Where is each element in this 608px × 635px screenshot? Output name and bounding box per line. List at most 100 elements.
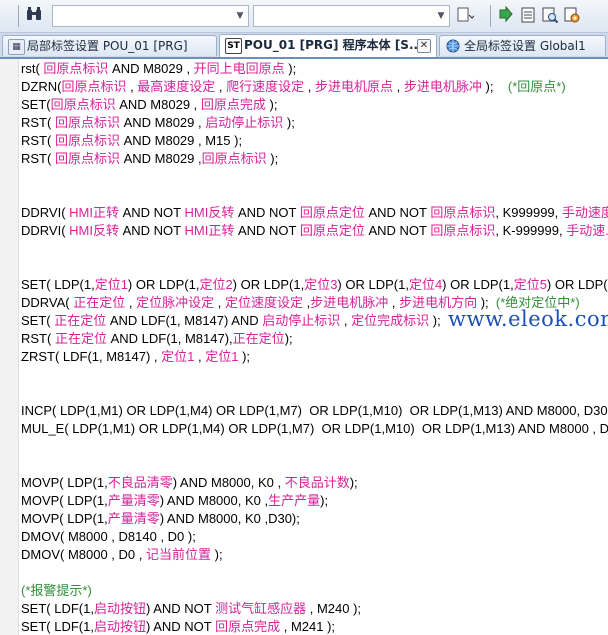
code-line[interactable]: DMOV( M8000 , D8140 , D0 ); (21, 528, 608, 546)
search-combo[interactable]: ▼ (52, 5, 249, 27)
pointer-arrow-icon[interactable] (496, 5, 516, 26)
code-token: AND M8029 , M15 ); (119, 133, 243, 148)
code-line[interactable]: RST( 回原点标识 AND M8029 , 启动停止标识 ); (21, 114, 608, 132)
code-line[interactable]: SET( LDF(1,启动按钮) AND NOT 测试气缸感应器 , M240 … (21, 600, 608, 618)
code-token: rst( (21, 61, 44, 76)
variable-token: 定位1 (94, 277, 128, 292)
dropdown-page-icon[interactable] (455, 6, 476, 26)
variable-token: 步进电机脉冲 (403, 79, 482, 94)
st-program-icon: ST (225, 38, 242, 54)
code-line[interactable]: DDRVI( HMI正转 AND NOT HMI反转 AND NOT 回原点定位… (21, 204, 608, 222)
code-token: SET( (21, 313, 55, 328)
code-token: ); (211, 547, 223, 562)
code-line[interactable]: INCP( LDP(1,M1) OR LDP(1,M4) OR LDP(1,M7… (21, 402, 608, 420)
variable-token: 启动停止标识 (262, 313, 341, 328)
code-token: DDRVI( (21, 223, 70, 238)
code-line[interactable]: RST( 回原点标识 AND M8029 ,回原点标识 ); (21, 150, 608, 168)
code-line[interactable]: MUL_E( LDP(1,M1) OR LDP(1,M4) OR LDP(1,M… (21, 420, 608, 438)
code-line[interactable]: MOVP( LDP(1,产量清零) AND M8000, K0 ,D30); (21, 510, 608, 528)
code-token: AND NOT (234, 205, 300, 220)
code-token: ) OR LDP(1 (546, 277, 608, 292)
code-token: MUL_E( LDP(1,M1) OR LDP(1,M4) OR LDP(1,M… (21, 421, 608, 436)
code-token: ); (320, 493, 329, 508)
code-line[interactable] (21, 186, 608, 204)
variable-token: 回原点标识 (430, 223, 496, 238)
code-token: AND M8029 , (115, 97, 201, 112)
code-line[interactable]: SET( LDF(1,启动按钮) AND NOT 回原点完成 , M241 ); (21, 618, 608, 635)
globe-icon (445, 39, 460, 53)
binoculars-icon[interactable] (24, 6, 44, 26)
code-token: AND LDF(1, M8147) AND (106, 313, 263, 328)
code-line[interactable]: DDRVI( HMI反转 AND NOT HMI正转 AND NOT 回原点定位… (21, 222, 608, 240)
code-token: ); (429, 313, 441, 328)
tab-label: POU_01 [PRG] 程序本体 [S... (244, 38, 423, 52)
variable-token: 回原点标识 (430, 205, 496, 220)
code-token: ) AND M8000, K0 , (172, 475, 285, 490)
code-line[interactable]: (*报警提示*) (21, 582, 608, 600)
page-settings-icon[interactable] (562, 6, 582, 26)
code-line[interactable] (21, 438, 608, 456)
variable-token: 回原点标识 (54, 151, 120, 166)
code-token: AND NOT (119, 205, 185, 220)
code-line[interactable]: MOVP( LDP(1,不良品清零) AND M8000, K0 , 不良品计数… (21, 474, 608, 492)
tab-bar: ▦ 局部标签设置 POU_01 [PRG] ST POU_01 [PRG] 程序… (0, 33, 608, 59)
code-line[interactable] (21, 366, 608, 384)
code-line[interactable] (21, 384, 608, 402)
tab-global-labels[interactable]: 全局标签设置 Global1 (439, 35, 606, 56)
tab-label: 全局标签设置 Global1 (464, 39, 586, 53)
code-line[interactable] (21, 456, 608, 474)
code-token: ); (349, 475, 358, 490)
code-line[interactable] (21, 240, 608, 258)
scope-combo[interactable]: ▼ (253, 5, 450, 27)
code-token: , K999999, (495, 205, 562, 220)
code-line[interactable] (21, 168, 608, 186)
chevron-down-icon[interactable]: ▼ (433, 6, 449, 26)
code-token: DZRN( (21, 79, 62, 94)
code-line[interactable]: RST( 正在定位 AND LDF(1, M8147),正在定位); (21, 330, 608, 348)
code-line[interactable] (21, 258, 608, 276)
code-token: AND NOT (364, 205, 431, 220)
code-line[interactable]: DMOV( M8000 , D0 , 记当前位置 ); (21, 546, 608, 564)
watermark: www.eleok.com (448, 307, 608, 331)
code-token: RST( (21, 115, 55, 130)
variable-token: 正在定位 (54, 313, 107, 328)
code-token: , M241 ); (280, 619, 336, 634)
tab-local-labels[interactable]: ▦ 局部标签设置 POU_01 [PRG] (2, 35, 217, 56)
variable-token: 正在定位 (54, 331, 107, 346)
code-line[interactable]: SET( LDP(1,定位1) OR LDP(1,定位2) OR LDP(1,定… (21, 276, 608, 294)
code-line[interactable]: RST( 回原点标识 AND M8029 , M15 ); (21, 132, 608, 150)
code-token: AND LDF(1, M8147), (106, 331, 233, 346)
variable-token: 定位1 (205, 349, 239, 364)
code-token: , M240 ); (306, 601, 362, 616)
variable-token: 回原点标识 (54, 133, 120, 148)
variable-token: HMI反转 (184, 205, 235, 220)
code-line[interactable] (21, 564, 608, 582)
code-token: AND M8029 , (108, 61, 194, 76)
st-code-editor[interactable]: rst( 回原点标识 AND M8029 , 开同上电回原点 ); DZRN(回原… (0, 59, 608, 635)
code-line[interactable]: rst( 回原点标识 AND M8029 , 开同上电回原点 ); (21, 60, 608, 78)
document-list-icon[interactable] (518, 6, 538, 26)
variable-token: 回原点完成 (215, 619, 281, 634)
variable-token: 手动速... (566, 223, 608, 238)
variable-token: 正在定位 (73, 295, 126, 310)
variable-token: 步进电机脉冲 (310, 295, 389, 310)
tab-program-body[interactable]: ST POU_01 [PRG] 程序本体 [S... ✕ (219, 34, 437, 57)
code-token: MOVP( LDP(1, (21, 511, 108, 526)
code-line[interactable]: DZRN(回原点标识 , 最高速度设定 , 爬行速度设定 , 步进电机原点 , … (21, 78, 608, 96)
close-icon[interactable]: ✕ (417, 39, 431, 53)
code-line[interactable]: ZRST( LDF(1, M8147) , 定位1 , 定位1 ); (21, 348, 608, 366)
chevron-down-icon[interactable]: ▼ (232, 6, 248, 26)
code-token: ); (266, 151, 279, 166)
variable-token: 回原点完成 (200, 97, 266, 112)
code-line[interactable]: MOVP( LDP(1,产量清零) AND M8000, K0 ,生产产量); (21, 492, 608, 510)
page-search-icon[interactable] (540, 6, 560, 26)
code-token: AND NOT (234, 223, 300, 238)
code-line[interactable]: SET(回原点标识 AND M8029 , 回原点完成 ); (21, 96, 608, 114)
code-token: AND NOT (364, 223, 431, 238)
code-token: ) OR LDP(1, (127, 277, 200, 292)
code-token: ) OR LDP(1, (442, 277, 514, 292)
code-token: RST( (21, 331, 55, 346)
variable-token: 回原点标识 (54, 115, 120, 130)
code-area[interactable]: rst( 回原点标识 AND M8029 , 开同上电回原点 ); DZRN(回原… (21, 60, 608, 635)
variable-token: 不良品计数 (284, 475, 350, 490)
